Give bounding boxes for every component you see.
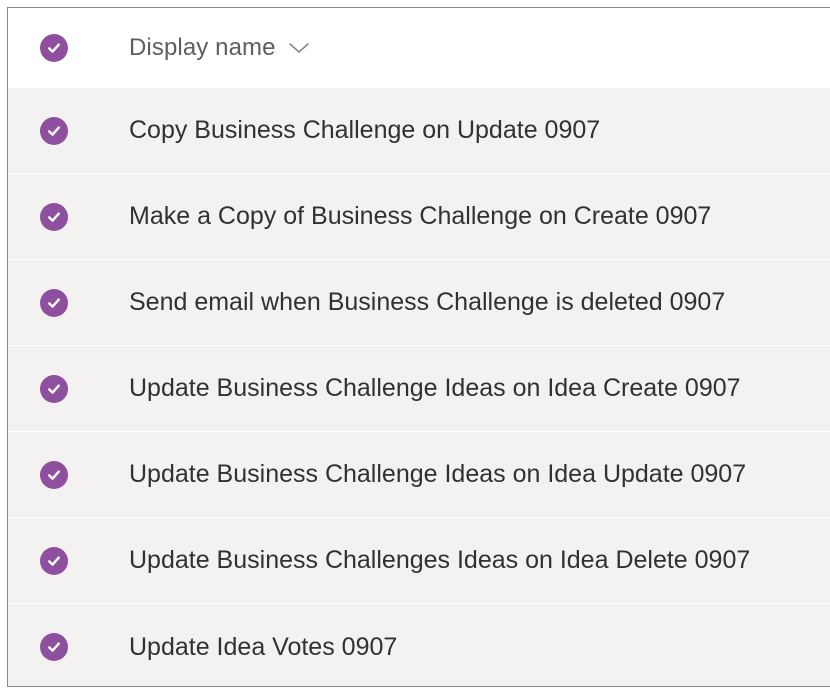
list-body: Copy Business Challenge on Update 0907 M…: [8, 88, 830, 686]
checkmark-circle-icon[interactable]: [40, 116, 68, 145]
select-all-cell[interactable]: [8, 34, 112, 62]
checkmark-circle-icon[interactable]: [40, 202, 68, 231]
checkmark-icon: [48, 211, 60, 222]
list-item[interactable]: Update Business Challenge Ideas on Idea …: [8, 432, 830, 518]
list-item-label[interactable]: Update Business Challenge Ideas on Idea …: [112, 460, 746, 489]
checkmark-icon: [48, 125, 60, 136]
list-header: Display name: [8, 8, 830, 88]
checkmark-icon: [48, 297, 60, 308]
list-item[interactable]: Copy Business Challenge on Update 0907: [8, 88, 830, 174]
checkmark-circle-icon[interactable]: [40, 546, 68, 575]
list-item[interactable]: Make a Copy of Business Challenge on Cre…: [8, 174, 830, 260]
checkmark-icon: [48, 555, 60, 566]
checkmark-circle-icon[interactable]: [40, 460, 68, 489]
row-select-cell[interactable]: [8, 202, 112, 231]
list-item[interactable]: Update Business Challenges Ideas on Idea…: [8, 518, 830, 604]
checkmark-icon: [48, 642, 60, 652]
row-select-cell[interactable]: [8, 460, 112, 489]
list-item[interactable]: Send email when Business Challenge is de…: [8, 260, 830, 346]
row-select-cell[interactable]: [8, 288, 112, 317]
select-all-checkmark-icon[interactable]: [40, 34, 68, 62]
checkmark-circle-icon[interactable]: [40, 374, 68, 403]
list-item-label[interactable]: Update Business Challenge Ideas on Idea …: [112, 374, 741, 403]
checkmark-icon: [48, 43, 60, 53]
list-item-label[interactable]: Send email when Business Challenge is de…: [112, 288, 725, 317]
list-item[interactable]: Update Business Challenge Ideas on Idea …: [8, 346, 830, 432]
checkmark-icon: [48, 383, 60, 394]
list-item[interactable]: Update Idea Votes 0907: [8, 604, 830, 686]
row-select-cell[interactable]: [8, 546, 112, 575]
flow-list: Display name Copy Business Challenge on …: [7, 7, 830, 687]
list-item-label[interactable]: Update Idea Votes 0907: [112, 633, 397, 662]
display-name-column-header[interactable]: Display name: [112, 34, 310, 62]
checkmark-circle-icon[interactable]: [40, 288, 68, 317]
row-select-cell[interactable]: [8, 116, 112, 145]
list-item-label[interactable]: Make a Copy of Business Challenge on Cre…: [112, 202, 711, 231]
chevron-down-icon[interactable]: [288, 41, 310, 55]
row-select-cell[interactable]: [8, 633, 112, 661]
checkmark-circle-icon[interactable]: [40, 633, 68, 661]
display-name-column-label: Display name: [129, 34, 276, 61]
row-select-cell[interactable]: [8, 374, 112, 403]
checkmark-icon: [48, 469, 60, 480]
list-item-label[interactable]: Copy Business Challenge on Update 0907: [112, 116, 600, 145]
list-item-label[interactable]: Update Business Challenges Ideas on Idea…: [112, 546, 750, 575]
